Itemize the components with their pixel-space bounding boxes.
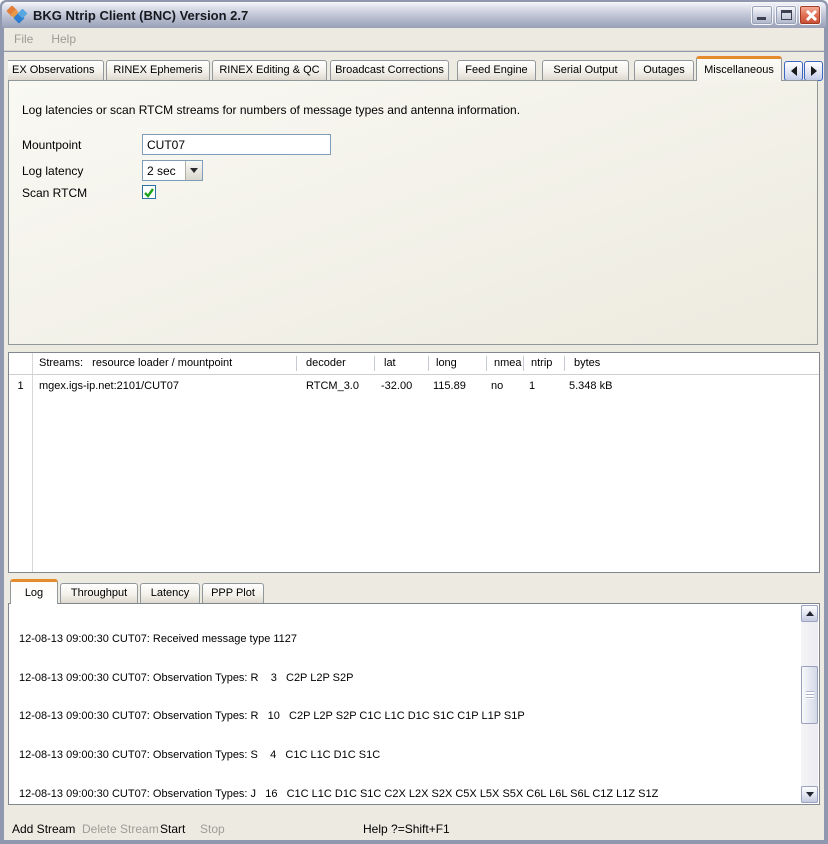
maximize-icon: [781, 10, 792, 20]
help-button[interactable]: Help ?=Shift+F1: [363, 822, 450, 836]
header-long: long: [436, 357, 457, 369]
minimize-button[interactable]: [751, 5, 773, 25]
close-icon: [804, 9, 817, 22]
scrollbar-thumb[interactable]: [801, 666, 818, 724]
log-line: 12-08-13 09:00:30 CUT07: Observation Typ…: [19, 710, 799, 723]
delete-stream-button[interactable]: Delete Stream: [82, 822, 159, 836]
stop-button[interactable]: Stop: [200, 822, 225, 836]
scan-rtcm-checkbox[interactable]: [142, 185, 156, 199]
cell-decoder: RTCM_3.0: [306, 380, 359, 392]
cell-long: 115.89: [433, 380, 466, 392]
cell-bytes: 5.348 kB: [569, 380, 612, 392]
app-icon: [7, 7, 27, 24]
tab-scroll-left-button[interactable]: [784, 61, 803, 81]
app-window: BKG Ntrip Client (BNC) Version 2.7 File …: [0, 0, 828, 844]
header-decoder: decoder: [306, 357, 346, 369]
column-divider: [374, 356, 375, 371]
log-lines: 12-08-13 09:00:30 CUT07: Received messag…: [19, 607, 799, 802]
tab-ppp-plot[interactable]: PPP Plot: [202, 583, 264, 603]
tab-rinex-observations[interactable]: EX Observations: [8, 60, 104, 80]
start-button[interactable]: Start: [160, 822, 185, 836]
scrollbar-up-icon: [806, 607, 814, 616]
log-latency-label: Log latency: [22, 164, 83, 178]
scrollbar-down-icon: [806, 792, 814, 801]
table-header-divider: [9, 374, 819, 375]
tab-outages[interactable]: Outages: [634, 60, 694, 80]
cell-resource: mgex.igs-ip.net:2101/CUT07: [39, 380, 179, 392]
tab-rinex-ephemeris[interactable]: RINEX Ephemeris: [106, 60, 210, 80]
panel-description: Log latencies or scan RTCM streams for n…: [22, 103, 520, 117]
mountpoint-label: Mountpoint: [22, 138, 81, 152]
cell-lat: -32.00: [381, 380, 412, 392]
chevron-down-icon: [190, 168, 198, 177]
menu-file[interactable]: File: [6, 29, 41, 49]
tab-scroll-right-icon: [811, 66, 822, 76]
table-divider: [32, 353, 33, 572]
header-nmea: nmea: [494, 357, 522, 369]
log-latency-value: 2 sec: [147, 164, 176, 178]
log-line: 12-08-13 09:00:30 CUT07: Observation Typ…: [19, 788, 799, 801]
add-stream-button[interactable]: Add Stream: [12, 822, 75, 836]
checkmark-icon: [143, 187, 155, 199]
title-bar[interactable]: BKG Ntrip Client (BNC) Version 2.7: [2, 2, 826, 28]
scrollbar-grip-icon: [806, 691, 814, 699]
log-scrollbar[interactable]: [801, 605, 818, 803]
miscellaneous-panel: Log latencies or scan RTCM streams for n…: [8, 80, 818, 345]
streams-table: Streams: resource loader / mountpoint de…: [8, 352, 820, 573]
column-divider: [428, 356, 429, 371]
menu-help[interactable]: Help: [43, 29, 84, 49]
mountpoint-input[interactable]: [142, 134, 331, 155]
cell-ntrip: 1: [529, 380, 535, 392]
column-divider: [486, 356, 487, 371]
tab-broadcast-corrections[interactable]: Broadcast Corrections: [330, 60, 449, 80]
minimize-icon: [757, 17, 766, 20]
tab-latency[interactable]: Latency: [140, 583, 200, 603]
log-output: 12-08-13 09:00:30 CUT07: Received messag…: [8, 603, 820, 805]
menu-bar: File Help: [4, 28, 824, 51]
log-line: 12-08-13 09:00:30 CUT07: Observation Typ…: [19, 672, 799, 685]
column-divider: [523, 356, 524, 371]
scrollbar-up-button[interactable]: [801, 605, 818, 622]
scrollbar-down-button[interactable]: [801, 786, 818, 803]
scan-rtcm-label: Scan RTCM: [22, 186, 87, 200]
log-line: 12-08-13 09:00:30 CUT07: Received messag…: [19, 633, 799, 646]
header-bytes: bytes: [574, 357, 600, 369]
column-divider: [296, 356, 297, 371]
combo-dropdown-button[interactable]: [185, 161, 202, 180]
tab-log[interactable]: Log: [10, 579, 58, 604]
column-divider: [564, 356, 565, 371]
header-lat: lat: [384, 357, 396, 369]
close-button[interactable]: [799, 5, 821, 25]
tab-scroll-left-icon: [786, 66, 797, 76]
tab-rinex-editing-qc[interactable]: RINEX Editing & QC: [212, 60, 327, 80]
header-streams: Streams: resource loader / mountpoint: [39, 357, 232, 369]
tab-miscellaneous[interactable]: Miscellaneous: [696, 56, 782, 81]
cell-nmea: no: [491, 380, 503, 392]
maximize-button[interactable]: [775, 5, 797, 25]
header-ntrip: ntrip: [531, 357, 552, 369]
window-controls: [751, 5, 821, 25]
main-content: EX Observations RINEX Ephemeris RINEX Ed…: [4, 52, 824, 840]
tab-serial-output[interactable]: Serial Output: [542, 60, 629, 80]
window-title: BKG Ntrip Client (BNC) Version 2.7: [33, 8, 248, 23]
tab-scroll-right-button[interactable]: [804, 61, 823, 81]
log-line: 12-08-13 09:00:30 CUT07: Observation Typ…: [19, 749, 799, 762]
row-number: 1: [9, 380, 32, 392]
log-latency-select[interactable]: 2 sec: [142, 160, 203, 181]
tab-feed-engine[interactable]: Feed Engine: [457, 60, 536, 80]
tab-throughput[interactable]: Throughput: [60, 583, 138, 603]
